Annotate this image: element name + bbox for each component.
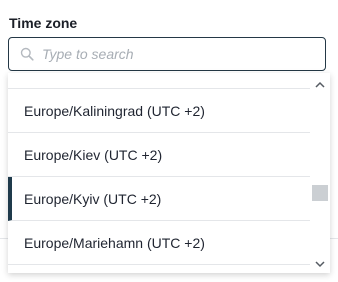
- chevron-up-icon[interactable]: [310, 76, 330, 92]
- list-item-partial[interactable]: ˘: [8, 73, 310, 89]
- partial-item-fragment: ˘: [54, 73, 58, 81]
- dropdown-scrollbar[interactable]: [310, 73, 330, 273]
- background-divider-right: [330, 238, 338, 239]
- option-label: Europe/Kyiv (UTC +2): [24, 190, 162, 207]
- scrollbar-thumb[interactable]: [312, 185, 328, 201]
- time-zone-dropdown: ˘ Europe/Kaliningrad (UTC +2) Europe/Kie…: [8, 73, 330, 273]
- search-icon: [20, 47, 34, 61]
- time-zone-search-box[interactable]: [8, 37, 326, 71]
- search-input[interactable]: [42, 46, 302, 62]
- option-europe-kiev[interactable]: Europe/Kiev (UTC +2): [8, 133, 310, 177]
- time-zone-label: Time zone: [9, 15, 78, 31]
- background-divider-left: [0, 238, 8, 239]
- option-europe-kyiv[interactable]: Europe/Kyiv (UTC +2): [8, 177, 310, 221]
- option-europe-mariehamn[interactable]: Europe/Mariehamn (UTC +2): [8, 221, 310, 265]
- option-label: Europe/Kaliningrad (UTC +2): [24, 102, 205, 119]
- option-label: Europe/Mariehamn (UTC +2): [24, 234, 205, 251]
- time-zone-options-list: ˘ Europe/Kaliningrad (UTC +2) Europe/Kie…: [8, 73, 310, 273]
- option-label: Europe/Kiev (UTC +2): [24, 146, 163, 163]
- option-europe-kaliningrad[interactable]: Europe/Kaliningrad (UTC +2): [8, 89, 310, 133]
- chevron-down-icon[interactable]: [310, 256, 330, 272]
